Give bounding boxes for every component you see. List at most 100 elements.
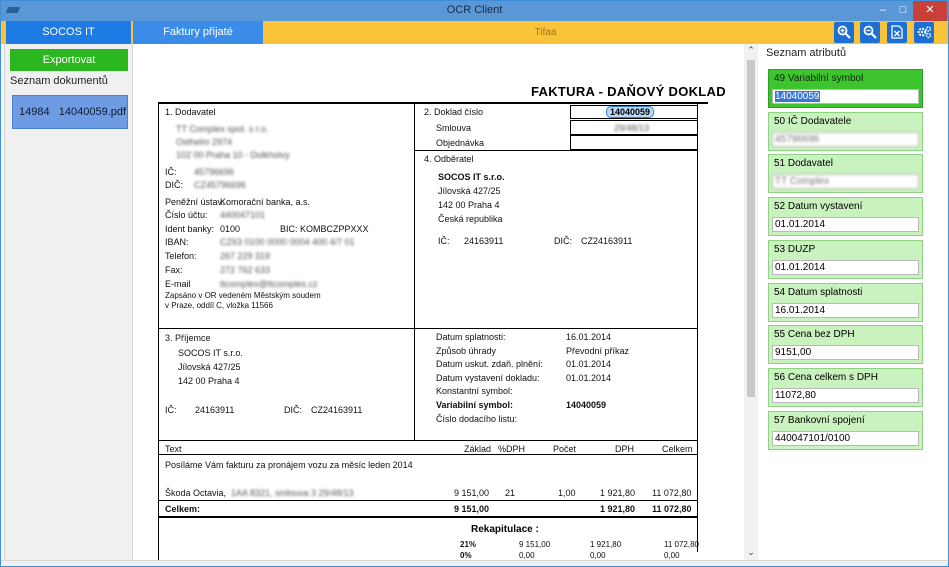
customer-country: Česká republika (438, 214, 503, 224)
item-qty: 1,00 (558, 488, 576, 498)
frame-row2 (158, 328, 698, 329)
attribute-list-header: Seznam atributů (766, 47, 847, 59)
attribute-label: 57 Bankovní spojení (774, 414, 865, 426)
phone-value: 267 229 319 (220, 251, 271, 261)
section-recipient: 3. Příjemce (165, 333, 211, 343)
viewer-scrollbar[interactable]: ⌃ ⌄ (744, 44, 758, 560)
customer-ic-label: IČ: (438, 236, 450, 246)
attribute-label: 52 Datum vystavení (774, 201, 863, 213)
payment-label: Způsob úhrady (436, 345, 497, 356)
frame-row4 (158, 454, 698, 455)
maximize-icon[interactable]: □ (893, 1, 913, 21)
payment-label: Číslo dodacího listu: (436, 413, 518, 424)
attribute-card[interactable]: 56 Cena celkem s DPH 11072,80 (768, 367, 923, 407)
fax-value: 272 762 633 (220, 265, 271, 275)
recipient-dic: CZ24163911 (311, 405, 363, 415)
excel-export-button[interactable] (887, 22, 907, 43)
attribute-value-input[interactable]: 16.01.2014 (772, 302, 919, 318)
attribute-panel: Seznam atributů 49 Variabilní symbol 1404… (759, 44, 948, 560)
attribute-card[interactable]: 51 Dodavatel TT Complex (768, 154, 923, 194)
col-qty: Počet (553, 444, 577, 454)
export-button[interactable]: Exportovat (10, 49, 128, 71)
attribute-value-input[interactable]: 11072,80 (772, 387, 919, 403)
iban-label: IBAN: (165, 237, 189, 247)
ident-value: 0100 (220, 224, 241, 234)
supplier-ic-label: IČ: (165, 167, 177, 177)
tab-faktury-prijate[interactable]: Faktury přijaté (133, 21, 263, 44)
attribute-card[interactable]: 52 Datum vystavení 01.01.2014 (768, 197, 923, 237)
recap-pct: 0% (460, 551, 472, 560)
doc-number-highlight[interactable]: 14040059 (606, 106, 655, 118)
invoice-title: FAKTURA - DAŇOVÝ DOKLAD (531, 84, 726, 99)
bic-value: KOMBCZPPXXX (300, 224, 369, 234)
attribute-card[interactable]: 54 Datum splatnosti 16.01.2014 (768, 282, 923, 322)
frame-top (158, 102, 708, 104)
payment-label: Variabilní symbol: (436, 400, 514, 410)
attribute-value-input[interactable]: 45796696 (772, 131, 919, 147)
document-panel: Exportovat Seznam dokumentů 14984 140400… (5, 44, 133, 560)
app-window: OCR Client – □ ✕ SOCOS IT Faktury přijat… (0, 0, 949, 567)
document-list-header: Seznam dokumentů (10, 75, 108, 87)
payment-value: 01.01.2014 (566, 359, 612, 370)
contract-value: 29/48/13 (614, 123, 650, 133)
payment-value: 16.01.2014 (566, 332, 612, 342)
customer-dic-label: DIČ: (554, 236, 572, 246)
supplier-dic: CZ45796696 (194, 180, 247, 190)
recap-dph: 0,00 (590, 551, 606, 560)
attribute-card[interactable]: 57 Bankovní spojení 440047101/0100 (768, 410, 923, 450)
document-id: 14984 (19, 106, 50, 118)
frame-middle (414, 102, 415, 440)
minimize-icon[interactable]: – (873, 1, 893, 21)
scroll-down-icon[interactable]: ⌄ (744, 547, 758, 558)
attribute-label: 56 Cena celkem s DPH (774, 371, 878, 383)
attribute-card[interactable]: 55 Cena bez DPH 9151,00 (768, 325, 923, 365)
frame-doc-bottom (414, 150, 698, 151)
attribute-value-input[interactable]: 9151,00 (772, 345, 919, 361)
recap-celkem: 0,00 (664, 551, 680, 560)
attribute-card[interactable]: 53 DUZP 01.01.2014 (768, 239, 923, 279)
attribute-card[interactable]: 49 Variabilní symbol 14040059 (768, 69, 923, 108)
customer-street: Jílovská 427/25 (438, 186, 501, 196)
supplier-city: 102 00 Praha 10 - Dolkholvy (176, 150, 290, 160)
settings-button[interactable] (914, 22, 934, 43)
section-customer: 4. Odběratel (424, 154, 474, 164)
registration-line-1: Zapsáno v OR vedeném Městským soudem (165, 291, 321, 300)
total-base: 9 151,00 (454, 504, 490, 514)
tab-socos-it[interactable]: SOCOS IT (6, 21, 131, 44)
recap-dph: 1 921,80 (590, 540, 622, 549)
item-base: 9 151,00 (454, 488, 490, 498)
payment-value: Převodní příkaz (566, 345, 630, 356)
recipient-dic-label: DIČ: (284, 405, 302, 415)
scroll-thumb[interactable] (747, 60, 755, 397)
recipient-name: SOCOS IT s.r.o. (178, 348, 243, 358)
frame-row3 (158, 440, 698, 441)
attribute-value-input[interactable]: 14040059 (772, 89, 919, 104)
attribute-value-input[interactable]: 01.01.2014 (772, 217, 919, 233)
attribute-card[interactable]: 50 IČ Dodavatele 45796696 (768, 111, 923, 151)
frame-row5 (158, 516, 698, 518)
item-vat-pct: 21 (505, 488, 516, 498)
zoom-in-button[interactable] (834, 22, 854, 43)
document-viewer[interactable]: FAKTURA - DAŇOVÝ DOKLAD 1. Dodavatel TT … (134, 44, 744, 560)
customer-city: 142 00 Praha 4 (438, 200, 500, 210)
order-label: Objednávka (436, 138, 485, 148)
frame-right (697, 102, 698, 552)
section-supplier: 1. Dodavatel (165, 107, 216, 117)
frame-left (158, 102, 159, 560)
tab-tifaa[interactable]: Tifaa (263, 21, 828, 44)
attribute-value-input[interactable]: 01.01.2014 (772, 259, 919, 275)
attribute-value-input[interactable]: 440047101/0100 (772, 430, 919, 446)
scroll-up-icon[interactable]: ⌃ (744, 45, 758, 56)
account-label: Číslo účtu: (165, 210, 208, 220)
bic-label: BIC: (280, 224, 298, 234)
close-icon[interactable]: ✕ (913, 1, 947, 21)
customer-ic: 24163911 (464, 236, 504, 246)
zoom-in-icon (837, 25, 851, 39)
recap-pct: 21% (460, 540, 477, 549)
zoom-out-button[interactable] (860, 22, 880, 43)
email-value: ttcomplex@ttcomplex.cz (220, 279, 318, 289)
recap-celkem: 11 072,80 (664, 540, 699, 549)
attribute-value-input[interactable]: TT Complex (772, 174, 919, 190)
recipient-ic: 24163911 (195, 405, 235, 415)
document-list-item[interactable]: 14984 14040059.pdf (12, 95, 128, 129)
